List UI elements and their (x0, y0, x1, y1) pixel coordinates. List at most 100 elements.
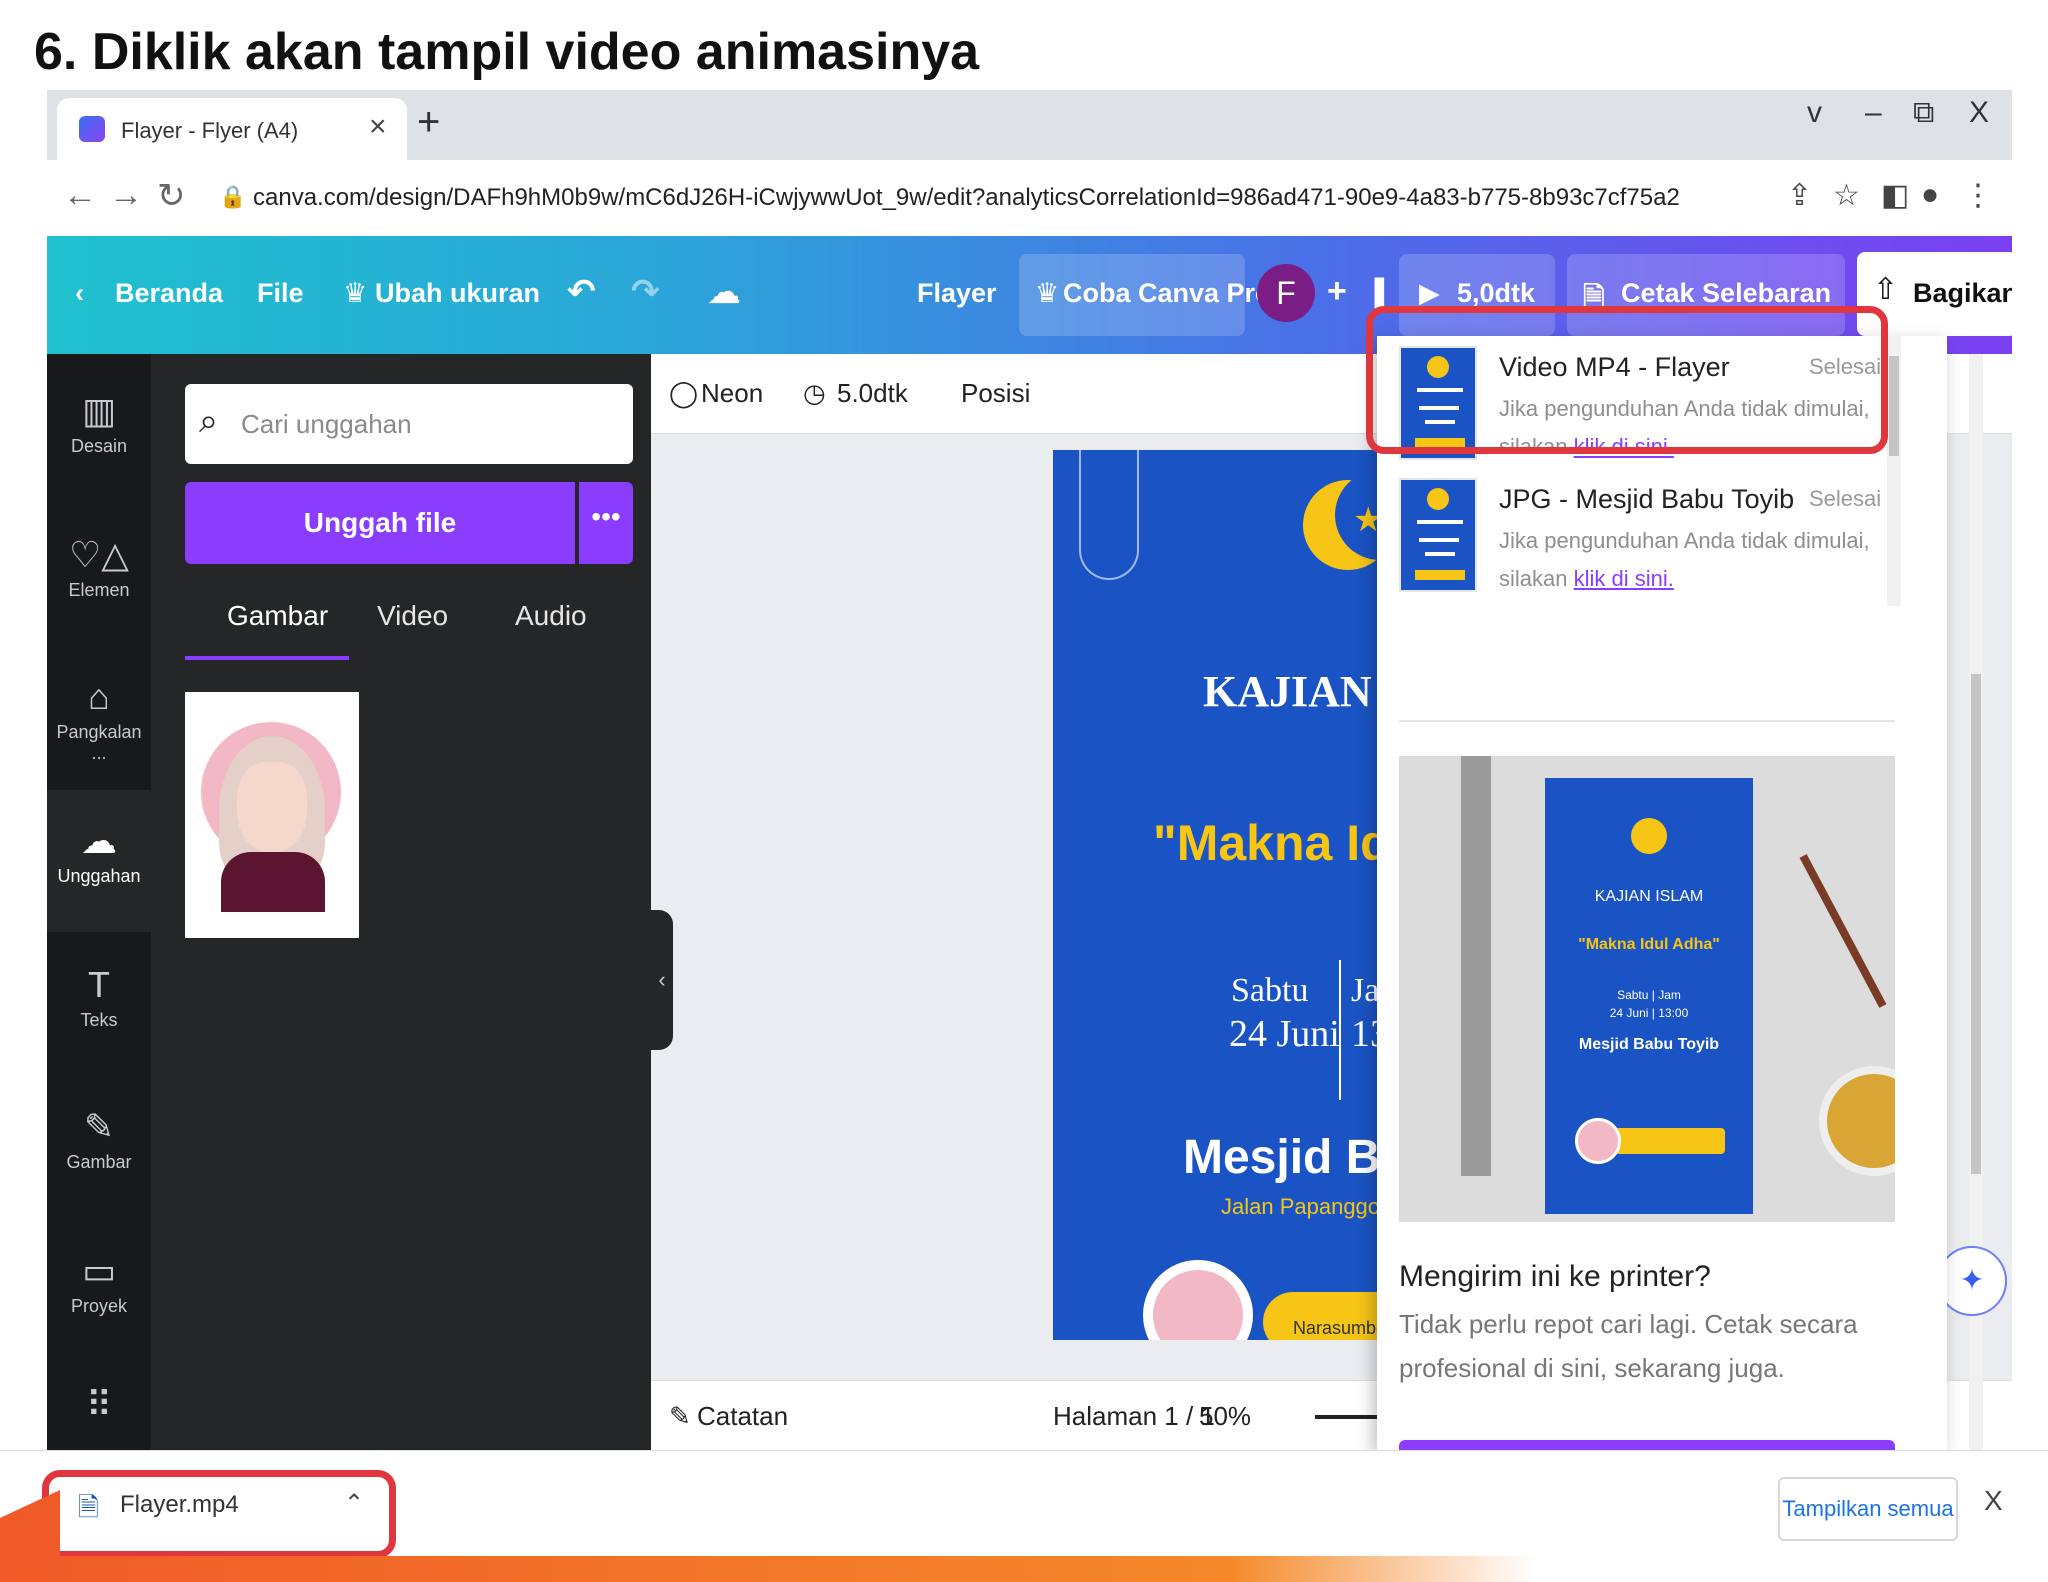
mockup-place: Mesjid Babu Toyib (1578, 1036, 1720, 1053)
text-icon: T (88, 964, 110, 1005)
position-button[interactable]: Posisi (961, 378, 1030, 409)
rail-item-projects[interactable]: ▭ Proyek (47, 1250, 151, 1317)
search-icon: ⌕ (199, 402, 219, 440)
cloud-saved-icon[interactable]: ☁ (707, 272, 741, 312)
back-chevron-icon[interactable]: ‹ (75, 278, 84, 309)
forward-icon[interactable]: → (109, 176, 143, 215)
close-shelf-icon[interactable]: X (1984, 1485, 2003, 1517)
divider (1399, 720, 1895, 722)
undo-icon[interactable]: ↶ (567, 272, 596, 312)
shapes-icon: ♡△ (69, 534, 129, 575)
lantern-ornament (1079, 450, 1139, 580)
restore-icon[interactable]: ⧉ (1913, 96, 1934, 130)
notes-button[interactable]: Catatan (697, 1401, 788, 1432)
duration-button[interactable]: 5.0dtk (837, 378, 908, 409)
close-window-icon[interactable]: X (1969, 96, 1989, 130)
search-box[interactable]: ⌕ (185, 384, 633, 464)
url-field[interactable]: canva.com/design/DAFh9hM0b9w/mC6dJ26H-iC… (253, 184, 1680, 212)
download-status: Selesai (1809, 486, 1882, 511)
upload-file-button[interactable]: Unggah file (185, 482, 575, 564)
rail-item-elements[interactable]: ♡△ Elemen (47, 534, 151, 601)
neon-button[interactable]: Neon (701, 378, 763, 409)
redo-icon[interactable]: ↷ (631, 272, 660, 312)
profile-icon[interactable]: ● (1921, 178, 1939, 212)
document-title[interactable]: Flayer (917, 278, 997, 309)
resize-button[interactable]: Ubah ukuran (375, 278, 540, 309)
rail-item-design[interactable]: ▥ Desain (47, 390, 151, 457)
thumb-line (1425, 552, 1455, 556)
show-all-button[interactable]: Tampilkan semua (1778, 1477, 1958, 1541)
scroll-thumb[interactable] (1971, 674, 1981, 1174)
file-thumbnail (1399, 478, 1477, 592)
active-tab-indicator (185, 656, 349, 660)
address-bar: ← → ↻ 🔒 canva.com/design/DAFh9hM0b9w/mC6… (47, 160, 2012, 236)
download-name: JPG - Mesjid Babu Toyib (1499, 484, 1795, 514)
face-shape (237, 762, 307, 852)
insights-icon[interactable]: ▐ (1365, 278, 1384, 309)
tab-images[interactable]: Gambar (227, 600, 328, 632)
mockup-moon (1631, 818, 1667, 854)
flyer-heading: KAJIAN IS (1203, 667, 1403, 716)
tab-close-icon[interactable]: × (369, 110, 387, 144)
mockup-date: 24 Juni | 13:00 (1609, 1006, 1689, 1020)
tab-strip: Flayer - Flyer (A4) × + v – ⧉ X (47, 90, 2012, 160)
retry-download-link[interactable]: klik di sini. (1574, 566, 1674, 591)
tab-search-icon[interactable]: v (1807, 96, 1822, 130)
tab-canva[interactable]: Flayer - Flyer (A4) × (57, 98, 407, 160)
tab-videos[interactable]: Video (377, 600, 448, 632)
back-icon[interactable]: ← (63, 176, 97, 215)
new-tab-button[interactable]: + (417, 100, 440, 145)
reload-icon[interactable]: ↻ (157, 176, 186, 216)
rail-label: Unggahan (57, 866, 141, 886)
speaker-avatar-fill (1153, 1270, 1243, 1340)
mockup-flyer: KAJIAN ISLAM "Makna Idul Adha" Sabtu | J… (1545, 778, 1753, 1214)
magic-assistant-icon[interactable]: ✦ (1937, 1246, 2007, 1316)
rail-label: Pangkalan ... (56, 722, 142, 763)
file-menu-button[interactable]: File (257, 278, 304, 309)
flyer-address: Jalan Papanggo II C R (1221, 1194, 1403, 1219)
pen-prop (1799, 854, 1887, 1008)
rail-label: Gambar (66, 1152, 132, 1172)
collapse-panel-handle[interactable]: ‹ (651, 910, 673, 1050)
download-item-jpg[interactable]: JPG - Mesjid Babu Toyib Selesai Jika pen… (1399, 476, 1882, 596)
minimize-icon[interactable]: – (1865, 96, 1882, 130)
menu-kebab-icon[interactable]: ⋮ (1963, 178, 1993, 213)
print-cta-button[interactable] (1399, 1440, 1895, 1450)
pro-crown-icon: ♛ (1035, 278, 1060, 308)
flyer-page[interactable]: ★ KAJIAN IS "Makna Idu Sabtu 24 Juni Jan… (1053, 450, 1403, 1340)
mockup-avatar (1575, 1118, 1621, 1164)
rail-item-brand[interactable]: ⌂ Pangkalan ... (47, 676, 151, 764)
mockup-day: Sabtu | Jam (1617, 988, 1681, 1002)
upload-more-button[interactable]: ••• (579, 482, 633, 564)
user-avatar[interactable]: F (1257, 264, 1315, 322)
zoom-level: 50% (1199, 1401, 1252, 1431)
download-list-scrollbar[interactable] (1887, 336, 1901, 606)
sidepanel-icon[interactable]: ◧ (1881, 178, 1909, 213)
notes-icon: ✎ (669, 1401, 691, 1431)
uploaded-image-thumbnail[interactable] (185, 692, 359, 938)
rail-item-apps[interactable]: ⠿ (47, 1384, 151, 1426)
download-note-prefix: silakan (1499, 566, 1574, 591)
scroll-thumb[interactable] (1889, 356, 1899, 456)
cloud-upload-icon: ☁ (81, 820, 117, 861)
highlight-download-item (1366, 306, 1888, 454)
printer-description: Tidak perlu repot cari lagi. Cetak secar… (1399, 1309, 1858, 1383)
share-page-icon[interactable]: ⇪ (1787, 178, 1812, 213)
search-input[interactable] (241, 404, 621, 444)
page-indicator[interactable]: Halaman 1 / 1 (1053, 1401, 1215, 1432)
lock-icon[interactable]: 🔒 (219, 184, 246, 210)
rail-item-text[interactable]: T Teks (47, 964, 151, 1031)
clock-icon: ◷ (803, 378, 826, 408)
download-dropdown: Video MP4 - Flayer Selesai Jika pengundu… (1377, 336, 1947, 1450)
left-rail: ▥ Desain ♡△ Elemen ⌂ Pangkalan ... ☁ Unggaha… (47, 354, 151, 1450)
add-collaborator-button[interactable]: + (1327, 272, 1347, 311)
folder-icon: ▭ (81, 1250, 116, 1291)
rail-item-draw[interactable]: ✎ Gambar (47, 1106, 151, 1173)
neon-icon: ◯ (669, 378, 699, 408)
tab-audio[interactable]: Audio (515, 600, 587, 632)
bookmark-star-icon[interactable]: ☆ (1833, 178, 1860, 213)
thumb-line (1419, 538, 1459, 542)
rail-item-uploads[interactable]: ☁ Unggahan (47, 790, 151, 932)
home-button[interactable]: Beranda (115, 278, 223, 309)
coffee-cup-prop (1819, 1066, 1895, 1176)
